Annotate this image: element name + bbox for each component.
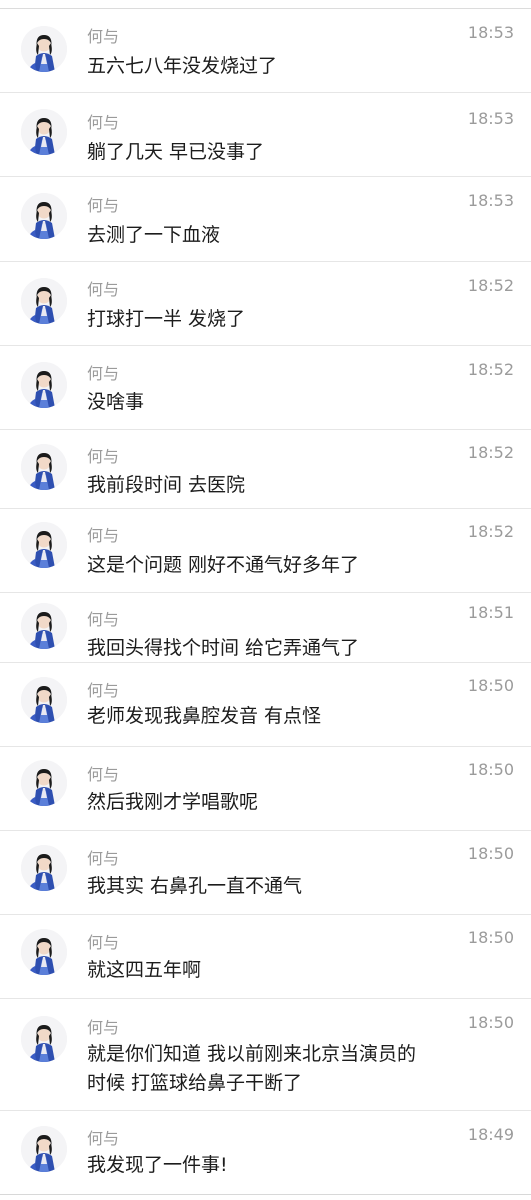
message-line: 就是你们知道 我以前刚来北京当演员的	[87, 1043, 417, 1065]
message-text: 我回头得找个时间 给它弄通气了	[87, 634, 477, 663]
comment-row[interactable]: 何与 18:53 躺了几天 早已没事了	[0, 93, 531, 177]
comment-row[interactable]: 何与 18:50 我其实 右鼻孔一直不通气	[0, 831, 531, 915]
timestamp: 18:50	[467, 676, 514, 695]
message-text: 五六七八年没发烧过了	[87, 52, 477, 81]
message-line: 就这四五年啊	[87, 959, 202, 981]
avatar[interactable]	[21, 677, 67, 723]
message-line: 时候 打篮球给鼻子干断了	[87, 1072, 303, 1094]
message-line: 我回头得找个时间 给它弄通气了	[87, 637, 360, 659]
sender-name[interactable]: 何与	[87, 681, 119, 701]
avatar[interactable]	[21, 362, 67, 408]
avatar[interactable]	[21, 1016, 67, 1062]
timestamp: 18:52	[467, 522, 514, 541]
message-line: 然后我刚才学唱歌呢	[87, 791, 259, 813]
comment-row[interactable]: 何与 18:52 我前段时间 去医院	[0, 430, 531, 509]
comment-row[interactable]: 何与 18:52 这是个问题 刚好不通气好多年了	[0, 509, 531, 593]
timestamp: 18:50	[467, 844, 514, 863]
message-text: 我其实 右鼻孔一直不通气	[87, 872, 477, 901]
comment-row[interactable]: 何与 18:50 就是你们知道 我以前刚来北京当演员的 时候 打篮球给鼻子干断了	[0, 999, 531, 1111]
sender-name[interactable]: 何与	[87, 280, 119, 300]
avatar[interactable]	[21, 845, 67, 891]
avatar[interactable]	[21, 1126, 67, 1172]
message-text: 没啥事	[87, 388, 477, 417]
sender-name[interactable]: 何与	[87, 1018, 119, 1038]
message-text: 老师发现我鼻腔发音 有点怪	[87, 702, 477, 731]
comment-row[interactable]: 何与 18:53 五六七八年没发烧过了	[0, 9, 531, 93]
comment-row[interactable]: 何与 18:52 没啥事	[0, 346, 531, 430]
timestamp: 18:52	[467, 443, 514, 462]
sender-name[interactable]: 何与	[87, 1129, 119, 1149]
timestamp: 18:52	[467, 276, 514, 295]
sender-name[interactable]: 何与	[87, 933, 119, 953]
message-text: 这是个问题 刚好不通气好多年了	[87, 551, 477, 580]
message-line: 没啥事	[87, 391, 145, 413]
message-line: 我发现了一件事!	[87, 1154, 228, 1176]
timestamp: 18:49	[467, 1125, 514, 1144]
message-text: 我发现了一件事!	[87, 1151, 477, 1180]
message-line: 我其实 右鼻孔一直不通气	[87, 875, 303, 897]
message-line: 打球打一半 发烧了	[87, 308, 246, 330]
sender-name[interactable]: 何与	[87, 765, 119, 785]
comment-row[interactable]: 何与 18:50 就这四五年啊	[0, 915, 531, 999]
avatar[interactable]	[21, 444, 67, 490]
message-line: 去测了一下血液	[87, 224, 221, 246]
comment-row[interactable]: 何与 18:49 我发现了一件事!	[0, 1111, 531, 1195]
message-text: 然后我刚才学唱歌呢	[87, 788, 477, 817]
message-text: 就这四五年啊	[87, 956, 477, 985]
message-text: 就是你们知道 我以前刚来北京当演员的 时候 打篮球给鼻子干断了	[87, 1040, 477, 1098]
sender-name[interactable]: 何与	[87, 27, 119, 47]
avatar[interactable]	[21, 109, 67, 155]
sender-name[interactable]: 何与	[87, 447, 119, 467]
timestamp: 18:50	[467, 760, 514, 779]
timestamp: 18:53	[467, 191, 514, 210]
comment-row[interactable]: 何与 18:50 老师发现我鼻腔发音 有点怪	[0, 663, 531, 747]
sender-name[interactable]: 何与	[87, 610, 119, 630]
sender-name[interactable]: 何与	[87, 364, 119, 384]
message-text: 躺了几天 早已没事了	[87, 138, 477, 167]
avatar[interactable]	[21, 278, 67, 324]
sender-name[interactable]: 何与	[87, 526, 119, 546]
message-line: 这是个问题 刚好不通气好多年了	[87, 554, 360, 576]
sender-name[interactable]: 何与	[87, 196, 119, 216]
avatar[interactable]	[21, 929, 67, 975]
comment-row[interactable]: 何与 18:53 去测了一下血液	[0, 177, 531, 262]
timestamp: 18:53	[467, 109, 514, 128]
comment-row[interactable]: 何与 18:52 打球打一半 发烧了	[0, 262, 531, 346]
timestamp: 18:52	[467, 360, 514, 379]
message-line: 五六七八年没发烧过了	[87, 55, 278, 77]
avatar[interactable]	[21, 760, 67, 806]
message-line: 老师发现我鼻腔发音 有点怪	[87, 705, 322, 727]
message-text: 我前段时间 去医院	[87, 471, 477, 500]
comment-row[interactable]: 何与 18:50 然后我刚才学唱歌呢	[0, 747, 531, 831]
avatar[interactable]	[21, 522, 67, 568]
comment-row[interactable]: 何与 18:51 我回头得找个时间 给它弄通气了	[0, 593, 531, 663]
timestamp: 18:50	[467, 928, 514, 947]
avatar[interactable]	[21, 193, 67, 239]
avatar[interactable]	[21, 26, 67, 72]
timestamp: 18:53	[467, 23, 514, 42]
sender-name[interactable]: 何与	[87, 849, 119, 869]
message-line: 躺了几天 早已没事了	[87, 141, 265, 163]
timestamp: 18:51	[467, 603, 514, 622]
sender-name[interactable]: 何与	[87, 113, 119, 133]
timestamp: 18:50	[467, 1013, 514, 1032]
message-text: 打球打一半 发烧了	[87, 305, 477, 334]
message-line: 我前段时间 去医院	[87, 474, 246, 496]
message-text: 去测了一下血液	[87, 221, 477, 250]
avatar[interactable]	[21, 603, 67, 649]
